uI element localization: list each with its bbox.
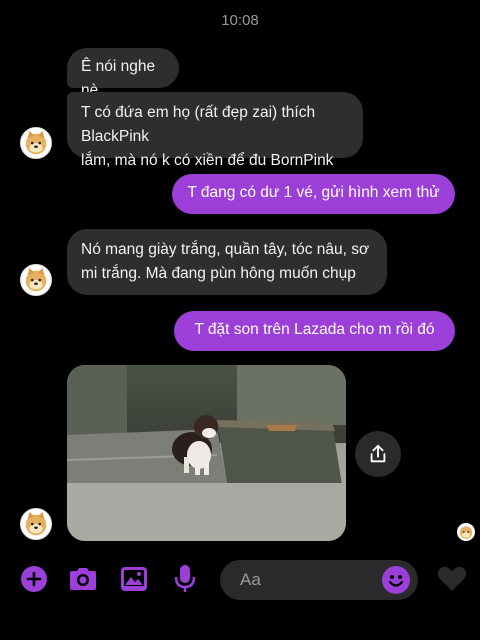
emoji-button[interactable] (382, 566, 410, 594)
camera-icon (70, 568, 96, 590)
share-button[interactable] (355, 431, 401, 477)
microphone-button[interactable] (169, 563, 201, 595)
microphone-icon (174, 565, 196, 592)
message-text-field[interactable] (238, 569, 382, 591)
doge-avatar-icon (25, 511, 47, 536)
contact-avatar[interactable] (20, 508, 52, 540)
contact-avatar[interactable] (20, 127, 52, 159)
message-outgoing[interactable]: T đặt son trên Lazada cho m rồi đó (174, 311, 455, 351)
message-text-line: lắm, mà nó k có xiền để đu BornPink (81, 152, 334, 169)
gallery-icon (121, 567, 147, 591)
camera-button[interactable] (67, 563, 99, 595)
plus-button[interactable] (18, 563, 50, 595)
message-incoming[interactable]: Nó mang giày trắng, quần tây, tóc nâu, s… (67, 229, 387, 295)
heart-button[interactable] (436, 563, 468, 595)
message-incoming[interactable]: Ê nói nghe nè (67, 48, 179, 99)
share-icon (370, 444, 386, 463)
message-text: T đặt son trên Lazada cho m rồi đó (194, 321, 435, 338)
message-outgoing[interactable]: T đang có dư 1 vé, gửi hình xem thử (172, 174, 455, 214)
doge-avatar-icon (25, 267, 47, 292)
doge-avatar-icon (459, 526, 473, 539)
gallery-button[interactable] (118, 563, 150, 595)
heart-icon (438, 566, 466, 591)
puppy-photo (67, 365, 346, 541)
doge-avatar-icon (25, 130, 47, 155)
message-incoming[interactable]: T có đứa em họ (rất đẹp zai) thích Black… (67, 92, 363, 169)
message-input[interactable] (220, 560, 418, 600)
message-text: T đang có dư 1 vé, gửi hình xem thử (187, 184, 440, 201)
message-text-line: Nó mang giày trắng, quần tây, tóc nâu, s… (81, 241, 370, 258)
contact-avatar[interactable] (20, 264, 52, 296)
message-text-line: mi trắng. Mà đang pùn hông muốn chụp (81, 265, 356, 282)
photo-message[interactable] (67, 365, 346, 541)
emoji-icon (388, 575, 404, 587)
status-time: 10:08 (221, 12, 259, 29)
plus-icon (21, 566, 47, 592)
message-text-line: T có đứa em họ (rất đẹp zai) thích Black… (81, 104, 316, 145)
seen-receipt-avatar (457, 523, 475, 541)
